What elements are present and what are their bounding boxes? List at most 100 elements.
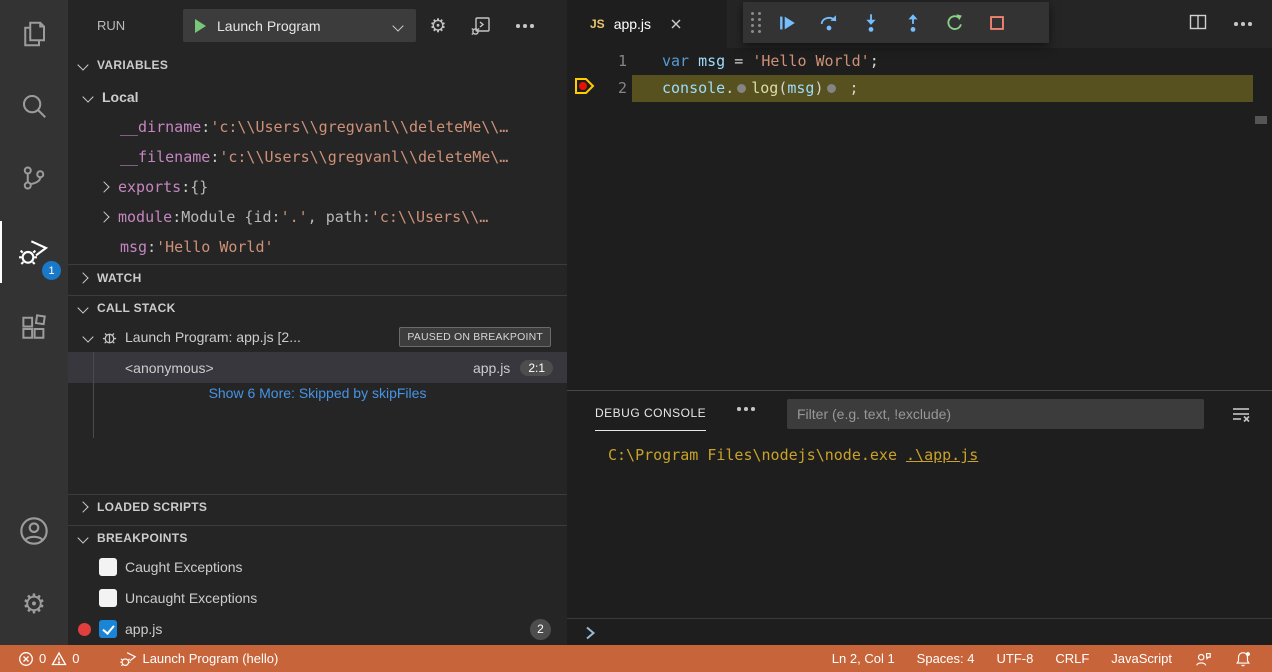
run-debug-sidebar: RUN Launch Program ⚙ VARIABLES (68, 0, 567, 645)
encoding-button[interactable]: UTF-8 (991, 645, 1040, 672)
warning-icon (51, 651, 67, 667)
breakpoint-row-caught[interactable]: Caught Exceptions (68, 552, 567, 582)
debug-count-badge: 1 (42, 261, 61, 280)
separator: : (181, 178, 190, 196)
step-over-button[interactable] (808, 5, 850, 41)
feedback-icon (1194, 650, 1212, 668)
variable-value: 'c:\\Users\\gregvanl\\deleteMe\\… (210, 118, 508, 136)
sidebar-item-source-control[interactable] (0, 152, 68, 204)
section-watch[interactable]: WATCH (68, 264, 567, 290)
variable-value: '.' (281, 208, 308, 226)
tab-debug-console[interactable]: DEBUG CONSOLE (595, 391, 706, 435)
repl-input[interactable] (581, 624, 599, 647)
repl-separator (567, 618, 1272, 619)
close-icon[interactable] (667, 15, 685, 33)
views-more-actions-button[interactable] (511, 12, 539, 40)
tab-app-js[interactable]: JS app.js (567, 0, 727, 48)
breakpoint-row-file[interactable]: app.js 2 (68, 613, 567, 645)
line-number: 2 (587, 75, 627, 102)
frame-name: <anonymous> (125, 360, 214, 376)
configure-gear-button[interactable]: ⚙ (424, 12, 452, 40)
debug-toolbar (743, 2, 1049, 43)
code-line-1: var msg = 'Hello World'; (662, 48, 879, 75)
continue-button[interactable] (766, 5, 808, 41)
encoding: UTF-8 (997, 651, 1034, 666)
gear-icon: ⚙ (429, 17, 446, 36)
launch-config-dropdown[interactable]: Launch Program (183, 9, 416, 42)
token-keyword: var (662, 52, 698, 70)
settings-button[interactable]: ⚙ (0, 578, 68, 630)
chevron-down-icon (392, 20, 403, 31)
variable-row[interactable]: msg: 'Hello World' (68, 232, 567, 262)
token-punctuation: ; (870, 52, 879, 70)
console-output-link[interactable]: .\app.js (906, 446, 978, 464)
checkbox-checked[interactable] (99, 620, 117, 638)
accounts-button[interactable] (0, 505, 68, 557)
more-actions-icon (1234, 22, 1252, 26)
notifications-button[interactable] (1228, 645, 1258, 672)
section-variables[interactable]: VARIABLES (68, 53, 567, 77)
checkbox-unchecked[interactable] (99, 558, 117, 576)
language-mode-button[interactable]: JavaScript (1105, 645, 1178, 672)
cursor-position-button[interactable]: Ln 2, Col 1 (826, 645, 901, 672)
step-into-icon (860, 12, 882, 34)
files-icon (19, 19, 49, 49)
restart-button[interactable] (934, 5, 976, 41)
sidebar-item-search[interactable] (0, 80, 68, 132)
panel-more-actions-button[interactable] (737, 407, 755, 411)
variable-row[interactable]: exports: {} (68, 172, 567, 202)
inline-breakpoint-candidate-icon[interactable] (827, 84, 836, 93)
sidebar-item-explorer[interactable] (0, 8, 68, 60)
token-variable: msg (787, 79, 814, 97)
extensions-icon (19, 314, 49, 344)
feedback-button[interactable] (1188, 645, 1218, 672)
token-punctuation: . (725, 79, 734, 97)
editor-scrollbar[interactable] (1255, 116, 1267, 124)
variable-name: msg (120, 238, 147, 256)
section-breakpoints[interactable]: BREAKPOINTS (68, 525, 567, 549)
variable-name: __filename (120, 148, 210, 166)
code-editor[interactable]: 1 2 var msg = 'Hello World'; console.log… (567, 48, 1272, 390)
variable-row[interactable]: __dirname: 'c:\\Users\\gregvanl\\deleteM… (68, 112, 567, 142)
sidebar-item-run-debug[interactable]: 1 (0, 221, 68, 283)
variable-row[interactable]: __filename: 'c:\\Users\\gregvanl\\delete… (68, 142, 567, 172)
editor-group: JS app.js (567, 0, 1272, 390)
breakpoint-row-uncaught[interactable]: Uncaught Exceptions (68, 583, 567, 613)
debug-status-button[interactable]: Launch Program (hello) (113, 645, 284, 672)
section-label: CALL STACK (97, 301, 176, 315)
variable-value: {} (190, 178, 208, 196)
error-icon (18, 651, 34, 667)
toolbar-drag-handle[interactable] (751, 12, 762, 33)
panel-debug-console: DEBUG CONSOLE C:\Program Files\nodejs\no… (567, 390, 1272, 645)
sidebar-item-extensions[interactable] (0, 303, 68, 355)
restart-icon (944, 12, 966, 34)
stop-button[interactable] (976, 5, 1018, 41)
eol-button[interactable]: CRLF (1049, 645, 1095, 672)
editor-more-actions-button[interactable] (1234, 22, 1252, 26)
step-into-button[interactable] (850, 5, 892, 41)
debug-session-row[interactable]: Launch Program: app.js [2... PAUSED ON B… (68, 322, 567, 352)
separator: : (201, 118, 210, 136)
open-debug-console-button[interactable] (467, 12, 495, 40)
split-editor-button[interactable] (1188, 12, 1208, 37)
console-output-text: C:\Program Files\nodejs\node.exe (608, 446, 906, 464)
scope-row-local[interactable]: Local (68, 82, 567, 112)
section-loaded-scripts[interactable]: LOADED SCRIPTS (68, 494, 567, 518)
token-operator: = (725, 52, 752, 70)
token-variable: msg (698, 52, 725, 70)
chevron-down-icon (77, 59, 88, 70)
chevron-right-icon (77, 272, 88, 283)
step-out-button[interactable] (892, 5, 934, 41)
code-line-2: console.log(msg) ; (662, 75, 859, 102)
section-call-stack[interactable]: CALL STACK (68, 295, 567, 319)
variable-row[interactable]: module: Module {id: '.', path: 'c:\\User… (68, 202, 567, 232)
indentation-button[interactable]: Spaces: 4 (911, 645, 981, 672)
clear-console-button[interactable] (1230, 403, 1252, 430)
show-more-link[interactable]: Show 6 More: Skipped by skipFiles (68, 385, 567, 411)
console-filter-input[interactable] (787, 399, 1204, 429)
checkbox-unchecked[interactable] (99, 589, 117, 607)
language-mode: JavaScript (1111, 651, 1172, 666)
stack-frame-row[interactable]: <anonymous> app.js 2:1 (68, 352, 567, 383)
problems-button[interactable]: 0 0 (12, 645, 85, 672)
inline-breakpoint-candidate-icon[interactable] (737, 84, 746, 93)
